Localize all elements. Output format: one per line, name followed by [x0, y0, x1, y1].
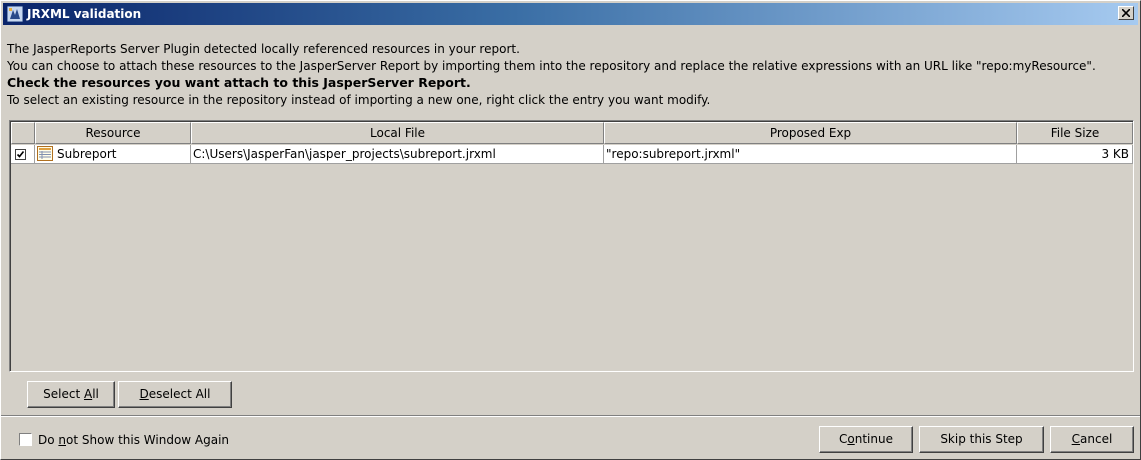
dont-show-again-label[interactable]: Do not Show this Window Again — [38, 432, 229, 448]
title-bar[interactable]: JRXML validation — [3, 3, 1138, 25]
deselect-all-label: eselect All — [148, 387, 211, 401]
window-title: JRXML validation — [27, 7, 142, 21]
row-resource-cell[interactable]: Subreport — [35, 145, 191, 164]
dont-show-label-pre: Do — [38, 433, 59, 447]
dont-show-again-checkbox[interactable] — [19, 433, 32, 446]
dont-show-label-post: ot Show this Window Again — [66, 433, 230, 447]
message-line-1: The JasperReports Server Plugin detected… — [7, 42, 520, 56]
row-file-size-cell[interactable]: 3 KB — [1017, 145, 1133, 164]
close-button[interactable] — [1118, 6, 1134, 20]
continue-button[interactable]: Continue — [819, 426, 913, 453]
cancel-button[interactable]: Cancel — [1050, 426, 1134, 453]
row-check-cell[interactable] — [11, 145, 35, 164]
message-line-2: You can choose to attach these resources… — [7, 59, 1096, 73]
jrxml-validation-dialog: JRXML validation The JasperReports Serve… — [0, 0, 1141, 460]
message-line-3: Check the resources you want attach to t… — [7, 75, 471, 90]
column-header-check[interactable] — [11, 122, 35, 144]
message-line-4: To select an existing resource in the re… — [7, 93, 711, 107]
checkbox-checked-icon — [16, 151, 25, 158]
table-header: Resource Local File Proposed Exp File Si… — [11, 122, 1133, 144]
table-row[interactable]: Subreport C:\Users\JasperFan\jasper_proj… — [11, 145, 1133, 164]
dont-show-mnemonic: n — [58, 433, 67, 447]
resources-table[interactable]: Resource Local File Proposed Exp File Si… — [9, 120, 1134, 372]
continue-label-post: ntinue — [854, 432, 893, 446]
footer-divider — [1, 415, 1140, 417]
skip-step-button[interactable]: Skip this Step — [919, 426, 1044, 453]
close-icon — [1122, 9, 1130, 17]
select-all-label-rest: ll — [92, 387, 99, 401]
resource-name: Subreport — [57, 147, 117, 161]
select-all-button[interactable]: Select All — [27, 381, 115, 408]
cancel-label: ancel — [1080, 432, 1113, 446]
select-all-label: Select — [43, 387, 84, 401]
deselect-all-mnemonic: D — [139, 387, 149, 401]
deselect-all-button[interactable]: Deselect All — [118, 381, 232, 408]
jasper-app-icon — [7, 6, 23, 22]
row-checkbox[interactable] — [15, 149, 26, 160]
column-header-local-file[interactable]: Local File — [191, 122, 604, 144]
continue-mnemonic: o — [847, 432, 855, 446]
column-header-file-size[interactable]: File Size — [1017, 122, 1133, 144]
column-header-proposed-exp[interactable]: Proposed Exp — [604, 122, 1017, 144]
row-proposed-exp-cell[interactable]: "repo:subreport.jrxml" — [604, 145, 1017, 164]
subreport-icon — [37, 146, 53, 161]
select-all-mnemonic: A — [83, 387, 93, 401]
column-header-resource[interactable]: Resource — [35, 122, 191, 144]
cancel-mnemonic: C — [1071, 432, 1081, 446]
row-local-file-cell[interactable]: C:\Users\JasperFan\jasper_projects\subre… — [191, 145, 604, 164]
